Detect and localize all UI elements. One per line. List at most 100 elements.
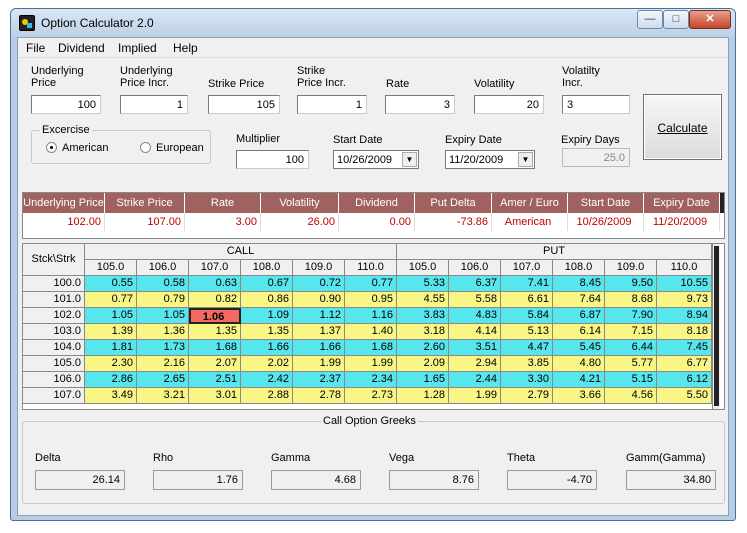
menu-dividend[interactable]: Dividend bbox=[58, 41, 105, 55]
call-cell[interactable]: 1.81 bbox=[85, 340, 137, 356]
call-cell[interactable]: 2.88 bbox=[241, 388, 293, 404]
call-cell[interactable]: 0.82 bbox=[189, 292, 241, 308]
put-cell[interactable]: 1.99 bbox=[449, 388, 501, 404]
put-cell[interactable]: 6.14 bbox=[553, 324, 605, 340]
put-cell[interactable]: 6.12 bbox=[657, 372, 712, 388]
menu-help[interactable]: Help bbox=[173, 41, 198, 55]
call-cell[interactable]: 0.95 bbox=[345, 292, 397, 308]
strike-price-input[interactable]: 105 bbox=[208, 95, 280, 114]
call-cell[interactable]: 1.39 bbox=[85, 324, 137, 340]
underlying-price-input[interactable]: 100 bbox=[31, 95, 101, 114]
summary-scroll-thumb[interactable] bbox=[720, 193, 724, 213]
call-cell[interactable]: 0.58 bbox=[137, 276, 189, 292]
call-cell[interactable]: 1.35 bbox=[241, 324, 293, 340]
call-cell[interactable]: 2.30 bbox=[85, 356, 137, 372]
put-cell[interactable]: 5.50 bbox=[657, 388, 712, 404]
call-cell[interactable]: 1.06 bbox=[189, 308, 241, 324]
call-cell[interactable]: 0.79 bbox=[137, 292, 189, 308]
put-cell[interactable]: 9.50 bbox=[605, 276, 657, 292]
close-button[interactable]: ✕ bbox=[689, 10, 731, 29]
put-cell[interactable]: 6.37 bbox=[449, 276, 501, 292]
put-cell[interactable]: 4.56 bbox=[605, 388, 657, 404]
call-cell[interactable]: 1.99 bbox=[293, 356, 345, 372]
put-cell[interactable]: 5.45 bbox=[553, 340, 605, 356]
put-cell[interactable]: 5.15 bbox=[605, 372, 657, 388]
call-cell[interactable]: 0.67 bbox=[241, 276, 293, 292]
underlying-price-incr-input[interactable]: 1 bbox=[120, 95, 188, 114]
put-cell[interactable]: 5.33 bbox=[397, 276, 449, 292]
call-cell[interactable]: 1.73 bbox=[137, 340, 189, 356]
put-cell[interactable]: 3.30 bbox=[501, 372, 553, 388]
call-cell[interactable]: 1.35 bbox=[189, 324, 241, 340]
european-radio[interactable]: European bbox=[140, 142, 204, 154]
call-cell[interactable]: 0.55 bbox=[85, 276, 137, 292]
put-cell[interactable]: 4.55 bbox=[397, 292, 449, 308]
menu-file[interactable]: File bbox=[26, 41, 45, 55]
put-cell[interactable]: 2.60 bbox=[397, 340, 449, 356]
put-cell[interactable]: 7.15 bbox=[605, 324, 657, 340]
put-cell[interactable]: 5.77 bbox=[605, 356, 657, 372]
menu-implied[interactable]: Implied bbox=[118, 41, 157, 55]
call-cell[interactable]: 2.42 bbox=[241, 372, 293, 388]
volatility-incr-input[interactable]: 3 bbox=[562, 95, 630, 114]
call-cell[interactable]: 1.99 bbox=[345, 356, 397, 372]
maximize-button[interactable]: □ bbox=[663, 10, 689, 29]
call-cell[interactable]: 1.36 bbox=[137, 324, 189, 340]
call-cell[interactable]: 3.01 bbox=[189, 388, 241, 404]
call-cell[interactable]: 1.68 bbox=[189, 340, 241, 356]
calculate-button[interactable]: Calculate bbox=[643, 94, 722, 160]
put-cell[interactable]: 7.90 bbox=[605, 308, 657, 324]
put-cell[interactable]: 4.47 bbox=[501, 340, 553, 356]
start-date-picker[interactable]: 10/26/2009 ▼ bbox=[333, 150, 419, 169]
put-cell[interactable]: 3.18 bbox=[397, 324, 449, 340]
call-cell[interactable]: 1.40 bbox=[345, 324, 397, 340]
call-cell[interactable]: 2.78 bbox=[293, 388, 345, 404]
put-cell[interactable]: 6.61 bbox=[501, 292, 553, 308]
volatility-input[interactable]: 20 bbox=[474, 95, 544, 114]
put-cell[interactable]: 4.83 bbox=[449, 308, 501, 324]
put-cell[interactable]: 2.44 bbox=[449, 372, 501, 388]
call-cell[interactable]: 1.12 bbox=[293, 308, 345, 324]
put-cell[interactable]: 5.84 bbox=[501, 308, 553, 324]
american-radio[interactable]: American bbox=[46, 142, 108, 154]
put-cell[interactable]: 4.80 bbox=[553, 356, 605, 372]
call-cell[interactable]: 1.16 bbox=[345, 308, 397, 324]
put-cell[interactable]: 7.64 bbox=[553, 292, 605, 308]
call-cell[interactable]: 1.68 bbox=[345, 340, 397, 356]
call-cell[interactable]: 2.51 bbox=[189, 372, 241, 388]
call-cell[interactable]: 2.07 bbox=[189, 356, 241, 372]
call-cell[interactable]: 2.37 bbox=[293, 372, 345, 388]
put-cell[interactable]: 1.28 bbox=[397, 388, 449, 404]
put-cell[interactable]: 10.55 bbox=[657, 276, 712, 292]
call-cell[interactable]: 3.49 bbox=[85, 388, 137, 404]
call-cell[interactable]: 0.90 bbox=[293, 292, 345, 308]
call-cell[interactable]: 1.66 bbox=[293, 340, 345, 356]
call-cell[interactable]: 2.16 bbox=[137, 356, 189, 372]
put-cell[interactable]: 5.13 bbox=[501, 324, 553, 340]
put-cell[interactable]: 5.58 bbox=[449, 292, 501, 308]
call-cell[interactable]: 2.86 bbox=[85, 372, 137, 388]
call-cell[interactable]: 0.72 bbox=[293, 276, 345, 292]
call-cell[interactable]: 1.05 bbox=[137, 308, 189, 324]
put-cell[interactable]: 2.79 bbox=[501, 388, 553, 404]
put-cell[interactable]: 3.85 bbox=[501, 356, 553, 372]
scroll-thumb[interactable] bbox=[714, 246, 719, 406]
call-cell[interactable]: 1.37 bbox=[293, 324, 345, 340]
expiry-date-picker[interactable]: 11/20/2009 ▼ bbox=[445, 150, 535, 169]
multiplier-input[interactable]: 100 bbox=[236, 150, 309, 169]
put-cell[interactable]: 6.44 bbox=[605, 340, 657, 356]
put-cell[interactable]: 3.51 bbox=[449, 340, 501, 356]
put-cell[interactable]: 7.45 bbox=[657, 340, 712, 356]
call-cell[interactable]: 0.77 bbox=[345, 276, 397, 292]
put-cell[interactable]: 8.68 bbox=[605, 292, 657, 308]
strike-price-incr-input[interactable]: 1 bbox=[297, 95, 367, 114]
put-cell[interactable]: 3.66 bbox=[553, 388, 605, 404]
call-cell[interactable]: 0.63 bbox=[189, 276, 241, 292]
put-cell[interactable]: 2.94 bbox=[449, 356, 501, 372]
call-cell[interactable]: 3.21 bbox=[137, 388, 189, 404]
title-bar[interactable]: Option Calculator 2.0 — □ ✕ bbox=[11, 9, 735, 37]
call-cell[interactable]: 2.65 bbox=[137, 372, 189, 388]
put-cell[interactable]: 4.21 bbox=[553, 372, 605, 388]
put-cell[interactable]: 1.65 bbox=[397, 372, 449, 388]
chevron-down-icon[interactable]: ▼ bbox=[402, 152, 417, 167]
